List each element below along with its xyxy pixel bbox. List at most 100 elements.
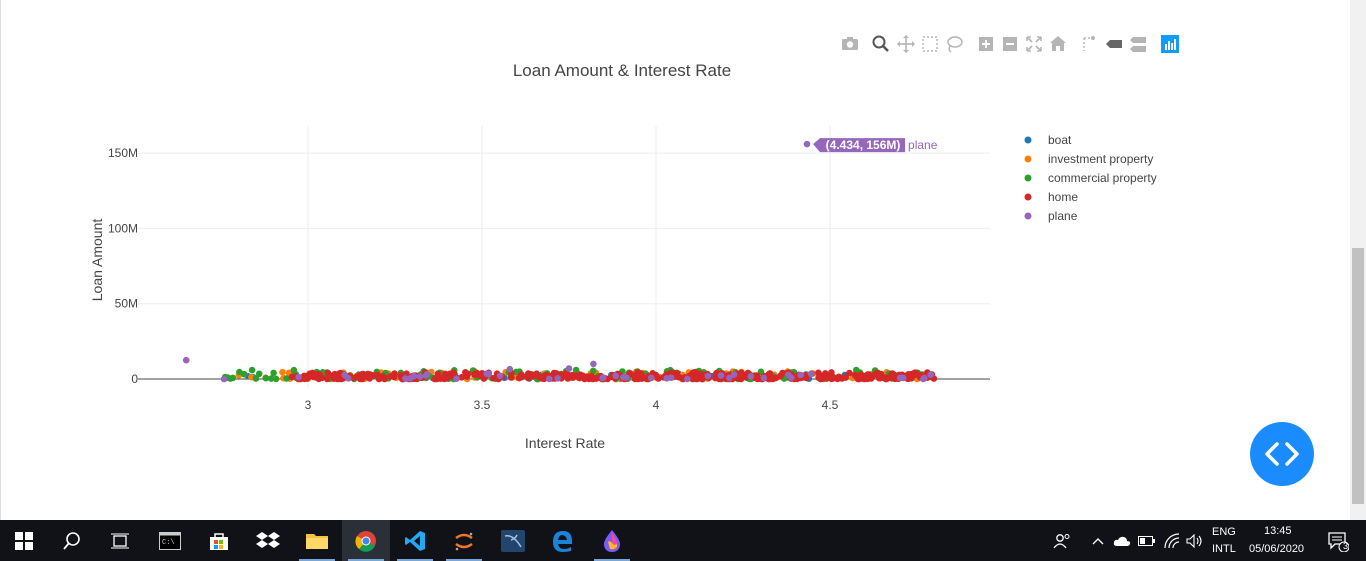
grid-lines (138, 126, 990, 388)
camera-icon (842, 37, 858, 50)
data-point (422, 372, 430, 379)
dropbox-app[interactable] (244, 520, 292, 561)
reset-axes-button[interactable] (1048, 34, 1068, 54)
data-point (927, 371, 934, 379)
hover-value: (4.434, 156M) (826, 138, 901, 152)
battery-button[interactable] (1136, 520, 1158, 561)
y-tick-label: 50M (115, 297, 138, 311)
legend-marker (1024, 174, 1032, 182)
pan-button[interactable] (896, 34, 916, 54)
data-point (462, 369, 469, 376)
lasso-button[interactable] (944, 34, 964, 54)
data-point (855, 375, 863, 383)
lasso-icon (947, 36, 963, 53)
action-center-button[interactable]: 3 (1318, 520, 1358, 561)
legend-marker (1024, 212, 1032, 220)
chevron-up-icon (1092, 537, 1104, 544)
zoom-in-icon (979, 37, 993, 51)
people-button[interactable] (1040, 520, 1084, 561)
y-axis-ticks: 0 50M 100M 150M (108, 146, 138, 386)
data-point (220, 375, 228, 383)
speaker-icon (1186, 533, 1202, 548)
data-point (267, 375, 275, 382)
edge-app[interactable] (538, 520, 586, 561)
data-point (693, 375, 701, 383)
keyboard-layout-indicator[interactable]: INTL (1212, 543, 1236, 555)
box-select-button[interactable] (920, 34, 940, 54)
taskbar: C:\ ENG INTL 13:45 05/06/2020 3 (0, 520, 1366, 561)
zoom-out-button[interactable] (1000, 34, 1020, 54)
hover-compare-button[interactable] (1128, 34, 1148, 54)
task-view-button[interactable] (96, 520, 144, 561)
data-point (588, 374, 596, 382)
x-tick-label: 4.5 (822, 398, 839, 412)
store-icon (210, 532, 228, 550)
dropbox-icon (256, 531, 280, 548)
autoscale-button[interactable] (1024, 34, 1044, 54)
legend-item-home[interactable]: home (1024, 190, 1079, 204)
x-tick-label: 4 (653, 398, 660, 412)
show-hidden-icons-button[interactable] (1088, 520, 1108, 561)
notification-count: 3 (1343, 541, 1349, 551)
svg-text:C:\: C:\ (162, 539, 175, 547)
clock-time[interactable]: 13:45 (1264, 525, 1292, 537)
hover-closest-button[interactable] (1104, 34, 1124, 54)
data-point (747, 373, 755, 380)
data-point (737, 375, 745, 383)
legend-item-investment-property[interactable]: investment property (1024, 152, 1154, 166)
data-point (359, 372, 366, 380)
data-point (882, 374, 890, 382)
legend-item-boat[interactable]: boat (1024, 133, 1073, 147)
scrollbar-thumb[interactable] (1352, 248, 1364, 504)
plotly-logo-button[interactable] (1160, 34, 1180, 54)
zoom-button[interactable] (871, 34, 891, 54)
camera-button[interactable] (840, 34, 860, 54)
volume-button[interactable] (1184, 520, 1206, 561)
onedrive-button[interactable] (1111, 520, 1133, 561)
database-icon (501, 529, 525, 552)
data-point (807, 370, 815, 378)
legend-item-commercial-property[interactable]: commercial property (1024, 171, 1157, 185)
edge-icon (553, 530, 572, 552)
scatter-chart: Loan Amount & Interest Rate Interest Rat… (89, 61, 1157, 451)
paint-app[interactable] (588, 520, 636, 561)
chrome-app[interactable] (342, 520, 390, 561)
data-point (236, 368, 243, 376)
data-point (565, 365, 573, 372)
spike-lines-button[interactable] (1078, 34, 1098, 54)
folder-icon (306, 533, 328, 549)
legend-item-plane[interactable]: plane (1024, 209, 1078, 223)
hover-tooltip: (4.434, 156M) plane (813, 138, 938, 153)
vscode-app[interactable] (391, 520, 439, 561)
jupyter-icon (455, 532, 473, 550)
file-explorer-app[interactable] (293, 520, 341, 561)
zoom-in-button[interactable] (976, 34, 996, 54)
data-point (279, 368, 286, 376)
spike-lines-icon (1083, 36, 1095, 51)
data-point (310, 373, 317, 381)
data-point (402, 375, 409, 382)
mysql-workbench-app[interactable] (489, 520, 537, 561)
data-point (888, 370, 895, 378)
network-button[interactable] (1161, 520, 1183, 561)
legend[interactable]: boat investment property commercial proper… (1024, 133, 1157, 223)
start-button[interactable] (0, 520, 48, 561)
language-indicator[interactable]: ENG (1212, 526, 1236, 538)
data-point (704, 372, 712, 380)
legend-marker (1024, 155, 1032, 163)
clock-date[interactable]: 05/06/2020 (1249, 543, 1304, 555)
reset-axes-icon (1050, 36, 1066, 51)
task-view-icon (111, 533, 129, 548)
store-app[interactable] (195, 520, 243, 561)
data-point (341, 371, 349, 379)
box-select-icon (922, 36, 938, 52)
jupyter-app[interactable] (440, 520, 488, 561)
data-point (453, 375, 460, 383)
data-point (760, 374, 768, 382)
data-point (518, 371, 525, 378)
legend-label: boat (1048, 133, 1072, 147)
search-button[interactable] (48, 520, 96, 561)
terminal-app[interactable]: C:\ (146, 520, 194, 561)
code-toggle-button[interactable] (1250, 422, 1314, 486)
data-point (182, 356, 190, 364)
